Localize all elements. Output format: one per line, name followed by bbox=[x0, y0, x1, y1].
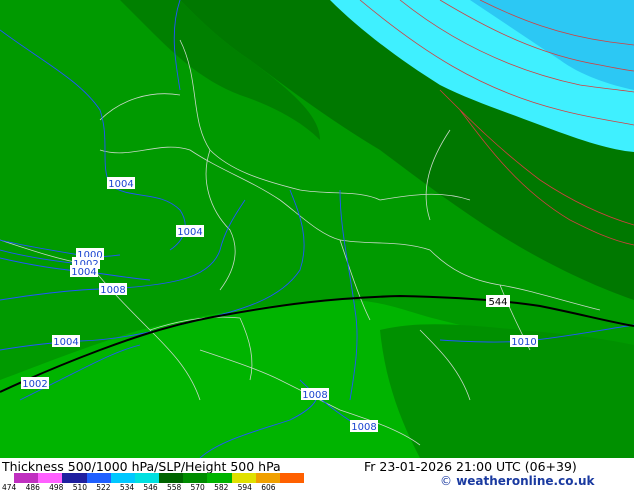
legend-swatch bbox=[14, 473, 39, 483]
legend-swatch bbox=[255, 473, 280, 483]
legend-tick-label: 594 bbox=[237, 483, 252, 492]
color-scale-labels: 474 486 498 510 522 534 546 558 570 582 594 606 bbox=[0, 483, 320, 492]
valid-datetime: Fr 23-01-2026 21:00 UTC (06+39) bbox=[364, 459, 577, 474]
color-scale bbox=[14, 473, 305, 483]
legend-swatch bbox=[62, 473, 87, 483]
legend-tick-label: 474 bbox=[2, 483, 17, 492]
thickness-label: 544 bbox=[486, 295, 510, 308]
svg-text:1004: 1004 bbox=[71, 267, 96, 278]
isobar-label: 1008 bbox=[99, 283, 127, 296]
svg-text:1008: 1008 bbox=[100, 285, 125, 296]
isobar-label: 1004 bbox=[107, 177, 135, 190]
isobar-label: 1002 bbox=[21, 377, 49, 390]
legend-swatch bbox=[207, 473, 232, 483]
svg-text:1004: 1004 bbox=[177, 227, 202, 238]
svg-text:544: 544 bbox=[488, 297, 507, 308]
legend-tick-label: 606 bbox=[261, 483, 276, 492]
isobar-label: 1008 bbox=[301, 388, 329, 401]
svg-text:1004: 1004 bbox=[108, 179, 133, 190]
legend-swatch bbox=[231, 473, 256, 483]
legend-swatch bbox=[134, 473, 160, 483]
isobar-label: 1010 bbox=[510, 335, 538, 348]
credit-text: weatheronline.co.uk bbox=[456, 474, 595, 488]
legend-tick-label: 558 bbox=[166, 483, 182, 492]
legend-tick-label: 498 bbox=[49, 483, 64, 492]
legend-swatch bbox=[159, 473, 184, 483]
weather-map: 1004 1004 1000 1002 1004 1008 1004 1002 bbox=[0, 0, 634, 458]
legend-tick-label: 582 bbox=[214, 483, 229, 492]
legend-swatch bbox=[183, 473, 208, 483]
legend-tick-label: 486 bbox=[25, 483, 40, 492]
legend-swatch bbox=[279, 473, 305, 483]
footer-bar: Thickness 500/1000 hPa/SLP/Height 500 hP… bbox=[0, 458, 634, 492]
copyright-icon: © bbox=[440, 474, 452, 488]
thickness-fill-south bbox=[380, 324, 634, 458]
map-title: Thickness 500/1000 hPa/SLP/Height 500 hP… bbox=[2, 459, 281, 474]
legend-swatch bbox=[110, 473, 135, 483]
legend-tick-label: 510 bbox=[72, 483, 88, 492]
svg-text:1002: 1002 bbox=[22, 379, 47, 390]
credit-link[interactable]: © weatheronline.co.uk bbox=[440, 474, 595, 488]
legend-tick-label: 522 bbox=[96, 483, 111, 492]
svg-text:1010: 1010 bbox=[511, 337, 536, 348]
legend-tick-label: 546 bbox=[143, 483, 158, 492]
legend-tick-label: 570 bbox=[190, 483, 205, 492]
svg-text:1004: 1004 bbox=[53, 337, 78, 348]
isobar-label: 1004 bbox=[70, 265, 98, 278]
isobar-label: 1008 bbox=[350, 420, 378, 433]
legend-swatch bbox=[38, 473, 63, 483]
svg-text:1008: 1008 bbox=[351, 422, 376, 433]
legend-tick-label: 534 bbox=[119, 483, 135, 492]
svg-text:1008: 1008 bbox=[302, 390, 327, 401]
legend-swatch bbox=[86, 473, 111, 483]
isobar-label: 1004 bbox=[52, 335, 80, 348]
isobar-label: 1004 bbox=[176, 225, 204, 238]
